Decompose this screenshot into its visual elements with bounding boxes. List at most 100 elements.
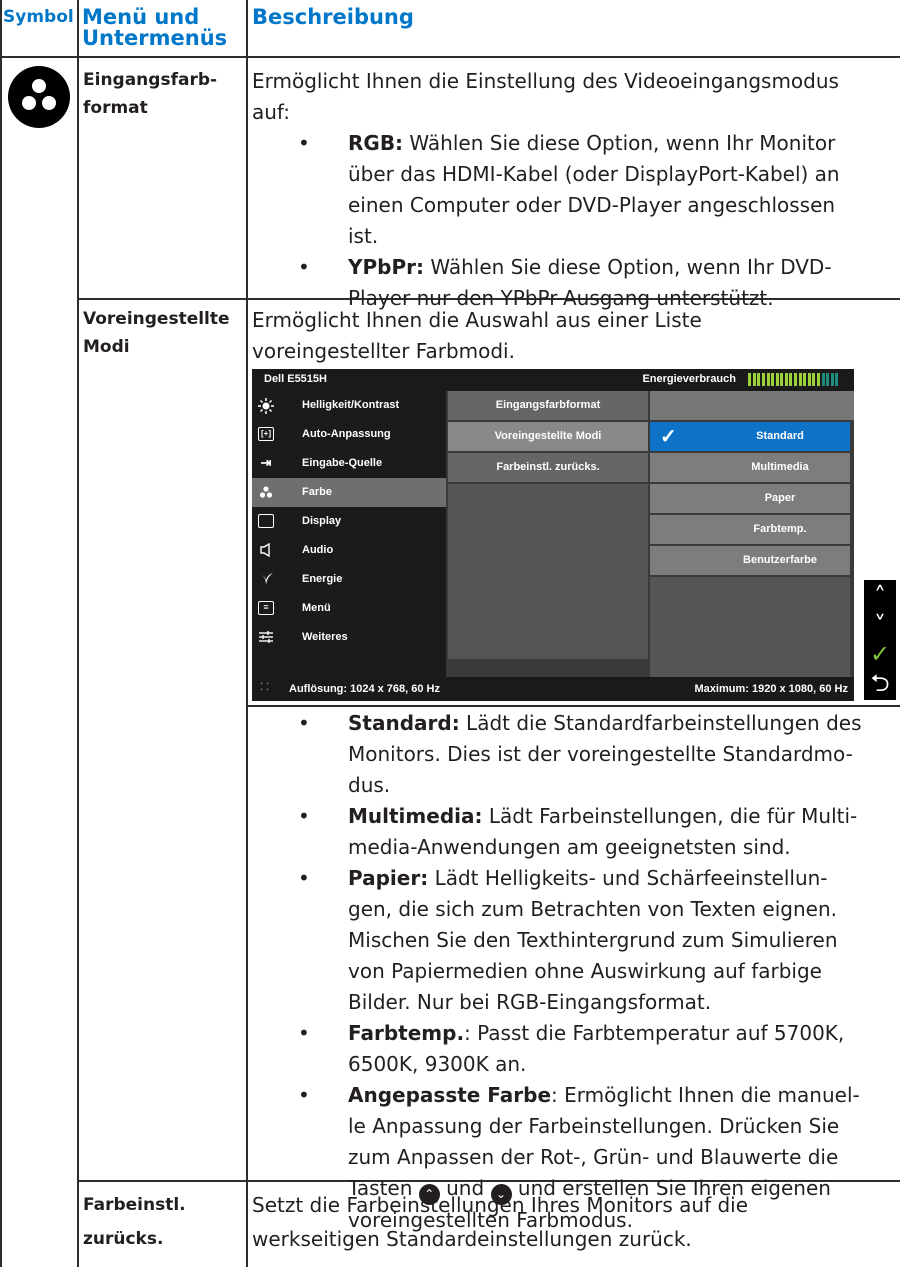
menu-item-farbeinstl-zuruecks: Farbeinstl. zurücks. [83, 1188, 186, 1256]
bullet-text: ist. [348, 224, 379, 248]
osd-option-standard[interactable]: Standard ✓ [650, 422, 850, 451]
osd-resolution: Auflösung: 1024 x 768, 60 Hz [289, 683, 440, 695]
up-arrow-icon[interactable]: ˄ [864, 582, 896, 610]
energy-bar [817, 373, 821, 386]
osd-empty-cell [650, 391, 854, 420]
bullet-text: Lädt die Standardfarbeinstellungen des [459, 711, 862, 735]
bullet-text: einen Computer oder DVD-Player angeschlo… [348, 193, 836, 217]
osd-item-weiteres[interactable]: Weiteres [252, 623, 446, 652]
list-item: Standard: Lädt die Standardfarbeinstellu… [252, 708, 897, 801]
table-divider [246, 705, 900, 707]
osd-menu-screenshot: Dell E5515H Energieverbrauch Helligkeit/… [252, 369, 854, 701]
description-text: auf: [252, 100, 290, 124]
osd-item-audio[interactable]: Audio [252, 536, 446, 565]
energy-bar [798, 373, 802, 386]
osd-status-bar: ⁚ ⁚ Auflösung: 1024 x 768, 60 Hz Maximum… [252, 677, 854, 701]
osd-maximum: Maximum: 1920 x 1080, 60 Hz [694, 683, 848, 695]
osd-item-energie[interactable]: Energie [252, 565, 446, 594]
menu-label: format [83, 98, 148, 118]
osd-item-farbe[interactable]: Farbe [252, 478, 446, 507]
checkmark-icon[interactable]: ✓ [864, 640, 896, 668]
osd-option-label: Multimedia [751, 461, 809, 473]
description-text: Ermöglicht Ihnen die Einstellung des Vid… [252, 69, 839, 93]
color-settings-icon [8, 66, 70, 128]
osd-item-label: Auto-Anpassung [302, 428, 391, 440]
list-item: Papier: Lädt Helligkeits- und Schärfeein… [252, 863, 897, 1018]
osd-energy-label: Energieverbrauch [642, 373, 736, 385]
osd-model: Dell E5515H [264, 373, 327, 385]
osd-item-label: Farbe [302, 486, 332, 498]
energy-bar [794, 373, 798, 386]
bullet-term: Angepasste Farbe [348, 1083, 552, 1107]
osd-item-label: Audio [302, 544, 334, 556]
bullet-term: Standard: [348, 711, 460, 735]
description-voreingestellte-modi-options: Standard: Lädt die Standardfarbeinstellu… [252, 708, 897, 1236]
energy-bar [761, 373, 765, 386]
osd-item-label: Eingabe-Quelle [302, 457, 383, 469]
energy-bar [830, 373, 834, 386]
osd-item-auto-anpassung[interactable]: [+] Auto-Anpassung [252, 420, 446, 449]
header-description: Beschreibung [252, 5, 414, 29]
osd-item-label: Menü [302, 602, 331, 614]
speaker-icon [258, 542, 274, 558]
osd-option-benutzerfarbe[interactable]: Benutzerfarbe [650, 546, 850, 575]
osd-option-multimedia[interactable]: Multimedia [650, 453, 850, 482]
bullet-text: über das HDMI-Kabel (oder DisplayPort-Ka… [348, 162, 840, 186]
header-menu-line1: Menü und [82, 5, 200, 29]
bullet-text: Wählen Sie diese Option, wenn Ihr Monito… [403, 131, 836, 155]
bullet-text: Wählen Sie diese Option, wenn Ihr DVD- [423, 255, 832, 279]
table-divider [77, 0, 79, 1267]
description-text: werkseitigen Standardeinstellungen zurüc… [252, 1227, 692, 1251]
bullet-term: Papier: [348, 866, 429, 890]
header-symbol: Symbol [3, 7, 74, 27]
osd-item-display[interactable]: Display [252, 507, 446, 536]
menu-label: Eingangsfarb- [83, 70, 218, 90]
bullet-text: Bilder. Nur bei RGB-Eingangsformat. [348, 990, 712, 1014]
display-icon [258, 514, 274, 528]
energy-bar [812, 373, 816, 386]
settings-sliders-icon [258, 630, 274, 644]
energy-bar [771, 373, 775, 386]
osd-sub-farbeinstl-zuruecks[interactable]: Farbeinstl. zurücks. [448, 453, 648, 482]
energy-meter [748, 373, 840, 386]
description-eingangsfarbformat: Ermöglicht Ihnen die Einstellung des Vid… [252, 66, 897, 314]
osd-item-eingabe-quelle[interactable]: ⇥ Eingabe-Quelle [252, 449, 446, 478]
down-arrow-icon[interactable]: ˅ [864, 611, 896, 639]
energy-bar [826, 373, 830, 386]
osd-sub-voreingestellte-modi[interactable]: Voreingestellte Modi [448, 422, 648, 451]
auto-adjust-icon: [+] [258, 427, 274, 441]
osd-option-paper[interactable]: Paper [650, 484, 850, 513]
leaf-icon [258, 572, 274, 586]
osd-title-bar: Dell E5515H Energieverbrauch [252, 369, 854, 391]
list-item: RGB: Wählen Sie diese Option, wenn Ihr M… [252, 128, 897, 252]
osd-item-menue[interactable]: ≡ Menü [252, 594, 446, 623]
osd-sub-eingangsfarbformat[interactable]: Eingangsfarbformat [448, 391, 648, 420]
osd-item-label: Weiteres [302, 631, 348, 643]
check-icon: ✓ [660, 426, 677, 448]
osd-option-label: Benutzerfarbe [743, 554, 817, 566]
osd-option-label: Standard [756, 430, 804, 442]
energy-bar [821, 373, 825, 386]
osd-item-helligkeit[interactable]: Helligkeit/Kontrast [252, 391, 446, 420]
bullet-text: 6500K, 9300K an. [348, 1052, 527, 1076]
osd-option-label: Farbtemp. [753, 523, 807, 535]
energy-bar [748, 373, 752, 386]
energy-bar [775, 373, 779, 386]
menu-item-voreingestellte-modi: Voreingestellte Modi [83, 305, 230, 361]
energy-bar [752, 373, 756, 386]
osd-empty-cell [448, 484, 648, 659]
bullet-term: Farbtemp. [348, 1021, 465, 1045]
osd-option-farbtemp[interactable]: Farbtemp. [650, 515, 850, 544]
input-source-icon: ⇥ [260, 455, 272, 470]
back-arrow-icon[interactable]: ⮌ [864, 669, 896, 697]
energy-bar [784, 373, 788, 386]
description-farbeinstl-zuruecks: Setzt die Farbeinstellungen Ihres Monito… [252, 1188, 897, 1256]
energy-bar [780, 373, 784, 386]
osd-option-label: Paper [764, 492, 796, 504]
bullet-text: Mischen Sie den Texthintergrund zum Simu… [348, 928, 838, 952]
menu-label: Farbeinstl. [83, 1195, 186, 1215]
description-text: Ermöglicht Ihnen die Auswahl aus einer L… [252, 308, 702, 332]
osd-status-dots: ⁚ ⁚ [260, 682, 270, 693]
bullet-text: zum Anpassen der Rot-, Grün- und Blauwer… [348, 1145, 839, 1169]
bullet-text: : Passt die Farbtemperatur auf 5700K, [464, 1021, 845, 1045]
